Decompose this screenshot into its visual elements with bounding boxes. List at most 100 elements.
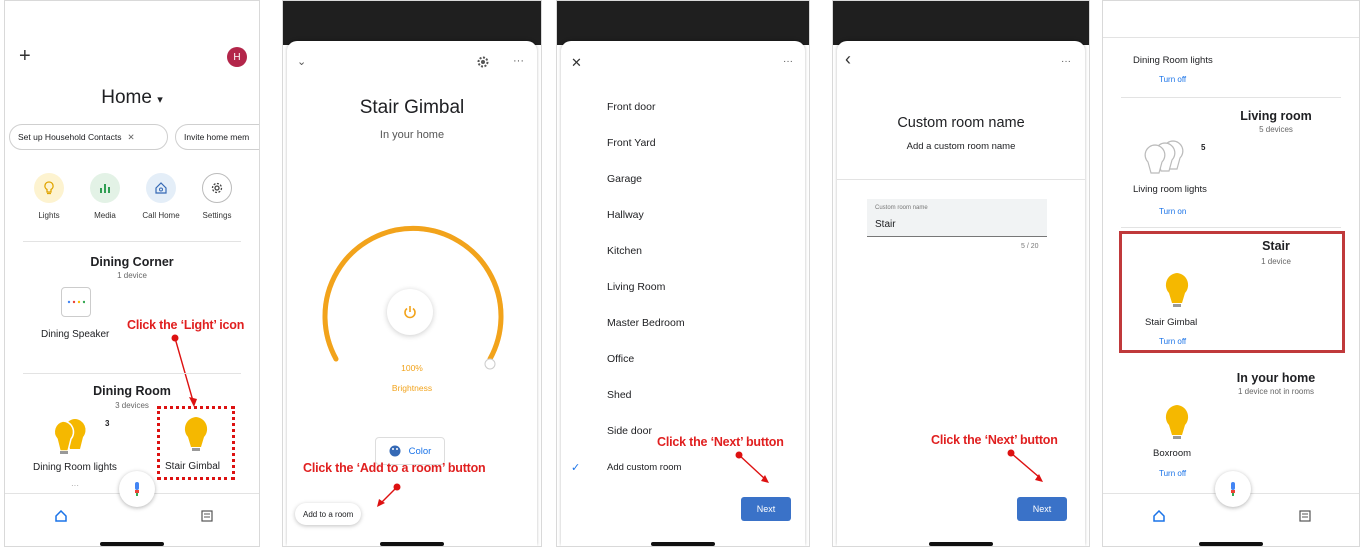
chevron-down-icon[interactable]: ⌄ bbox=[297, 55, 306, 68]
annotation-arrow bbox=[1007, 449, 1043, 482]
room-title: Stair bbox=[1262, 239, 1290, 253]
lightbulb-icon bbox=[34, 173, 64, 203]
room-option-hallway[interactable]: Hallway bbox=[607, 209, 644, 221]
field-value: Stair bbox=[875, 219, 896, 230]
room-title: Dining Room bbox=[93, 384, 171, 398]
lightbulb-icon[interactable] bbox=[1163, 403, 1191, 443]
custom-room-sheet: ‹ ··· Custom room name Add a custom room… bbox=[837, 41, 1085, 546]
chip-label: Set up Household Contacts bbox=[18, 132, 122, 142]
stair-gimbal-bulb-icon[interactable] bbox=[1163, 271, 1191, 311]
device-count-badge: 3 bbox=[105, 419, 110, 428]
more-icon[interactable]: ··· bbox=[1061, 56, 1071, 67]
divider bbox=[23, 241, 241, 242]
device-label: Stair Gimbal bbox=[165, 461, 221, 472]
annotation: Click the ‘Light’ icon bbox=[127, 318, 245, 332]
annotation-arrow bbox=[735, 451, 769, 483]
next-button[interactable]: Next bbox=[741, 497, 791, 521]
quick-action-label: Settings bbox=[202, 211, 232, 220]
device-label: Dining Room lights bbox=[1133, 55, 1213, 66]
quick-action-settings[interactable]: Settings bbox=[197, 173, 237, 220]
more-icon[interactable]: ··· bbox=[513, 55, 524, 67]
device-label: Dining Room lights bbox=[33, 462, 117, 473]
device-label: Dining Speaker bbox=[41, 329, 110, 340]
turn-on-button[interactable]: Turn on bbox=[1159, 207, 1186, 216]
avatar[interactable]: H bbox=[227, 47, 247, 67]
palette-icon bbox=[389, 445, 401, 457]
divider bbox=[837, 179, 1085, 180]
room-title: In your home bbox=[1236, 371, 1316, 385]
quick-action-media[interactable]: Media bbox=[85, 173, 125, 220]
home-screen-panel: + H Home ▾ Set up Household Contacts ✕ I… bbox=[4, 0, 260, 547]
quick-action-label: Lights bbox=[38, 211, 60, 220]
close-icon[interactable]: ✕ bbox=[571, 55, 582, 71]
annotation: Click the ‘Next’ button bbox=[931, 433, 1058, 447]
speaker-icon[interactable] bbox=[61, 287, 91, 317]
annotation: Click the ‘Next’ button bbox=[657, 435, 784, 449]
room-title: Dining Corner bbox=[90, 255, 174, 269]
room-title: Living room bbox=[1240, 109, 1312, 123]
room-list-panel: ✕ ··· Front door Front Yard Garage Hallw… bbox=[556, 0, 810, 547]
turn-off-button[interactable]: Turn off bbox=[1159, 337, 1186, 346]
chevron-down-icon: ▾ bbox=[157, 94, 163, 106]
close-icon[interactable]: ✕ bbox=[127, 132, 134, 143]
home-title: Home bbox=[101, 87, 152, 108]
stair-gimbal-bulb-icon[interactable] bbox=[182, 415, 210, 455]
room-option-garage[interactable]: Garage bbox=[607, 173, 642, 185]
gear-icon[interactable] bbox=[477, 55, 489, 73]
room-option-custom[interactable]: Add custom room bbox=[607, 462, 681, 473]
page-subtitle: Add a custom room name bbox=[906, 141, 1016, 152]
turn-off-button[interactable]: Turn off bbox=[1159, 469, 1186, 478]
device-count-badge: 5 bbox=[1201, 143, 1206, 152]
gear-icon bbox=[202, 173, 232, 203]
microphone-icon[interactable] bbox=[1215, 471, 1251, 507]
lightbulb-group-icon[interactable] bbox=[1139, 139, 1199, 183]
custom-room-panel: ‹ ··· Custom room name Add a custom room… bbox=[832, 0, 1090, 547]
room-option-kitchen[interactable]: Kitchen bbox=[607, 245, 642, 257]
room-option-living-room[interactable]: Living Room bbox=[607, 281, 665, 293]
color-button-label: Color bbox=[408, 445, 432, 457]
room-option-master-bedroom[interactable]: Master Bedroom bbox=[607, 317, 685, 329]
lightbulb-icon[interactable] bbox=[53, 417, 97, 457]
quick-action-call-home[interactable]: Call Home bbox=[141, 173, 181, 220]
room-subtitle: 1 device bbox=[1261, 257, 1291, 266]
device-label: Boxroom bbox=[1153, 448, 1192, 459]
room-option-side-door[interactable]: Side door bbox=[607, 425, 652, 437]
divider bbox=[1103, 37, 1359, 38]
household-contacts-chip[interactable]: Set up Household Contacts ✕ bbox=[9, 124, 168, 150]
device-sheet: ⌄ ··· Stair Gimbal In your home 100% Bri… bbox=[287, 41, 537, 546]
room-option-front-yard[interactable]: Front Yard bbox=[607, 137, 656, 149]
device-label: Living room lights bbox=[1133, 184, 1207, 195]
annotation-arrow bbox=[377, 483, 401, 507]
character-counter: 5 / 20 bbox=[1021, 243, 1039, 250]
home-tab-icon[interactable] bbox=[1153, 509, 1165, 527]
device-subtitle: In your home bbox=[379, 129, 445, 141]
home-tab-icon[interactable] bbox=[55, 509, 67, 527]
invite-home-member-chip[interactable]: Invite home mem bbox=[175, 124, 259, 150]
check-icon: ✓ bbox=[571, 462, 581, 474]
turn-off-button[interactable]: Turn off bbox=[1159, 75, 1186, 84]
divider bbox=[1121, 227, 1341, 228]
quick-action-lights[interactable]: Lights bbox=[29, 173, 69, 220]
field-label: Custom room name bbox=[875, 205, 928, 211]
feed-tab-icon[interactable] bbox=[1299, 509, 1311, 527]
custom-room-name-field[interactable]: Custom room name Stair bbox=[867, 199, 1047, 237]
feed-tab-icon[interactable] bbox=[201, 509, 213, 527]
brightness-label: Brightness bbox=[391, 383, 433, 393]
next-button[interactable]: Next bbox=[1017, 497, 1067, 521]
room-option-shed[interactable]: Shed bbox=[607, 389, 632, 401]
microphone-icon[interactable] bbox=[119, 471, 155, 507]
room-option-office[interactable]: Office bbox=[607, 353, 634, 365]
home-indicator bbox=[380, 542, 444, 546]
room-subtitle: 1 device not in rooms bbox=[1237, 387, 1315, 396]
annotation: Click the ‘Add to a room’ button bbox=[303, 461, 486, 475]
add-button[interactable]: + bbox=[19, 45, 31, 68]
divider bbox=[1121, 97, 1341, 98]
add-to-room-button[interactable]: Add to a room bbox=[295, 503, 362, 525]
room-option-front-door[interactable]: Front door bbox=[607, 101, 655, 113]
home-rooms-panel: Dining Room lights Turn off Living room … bbox=[1102, 0, 1360, 547]
home-indicator bbox=[929, 542, 993, 546]
home-title-selector[interactable]: Home ▾ bbox=[5, 87, 259, 109]
back-icon[interactable]: ‹ bbox=[845, 49, 851, 70]
more-icon[interactable]: ··· bbox=[783, 56, 793, 67]
power-button[interactable] bbox=[387, 289, 433, 335]
